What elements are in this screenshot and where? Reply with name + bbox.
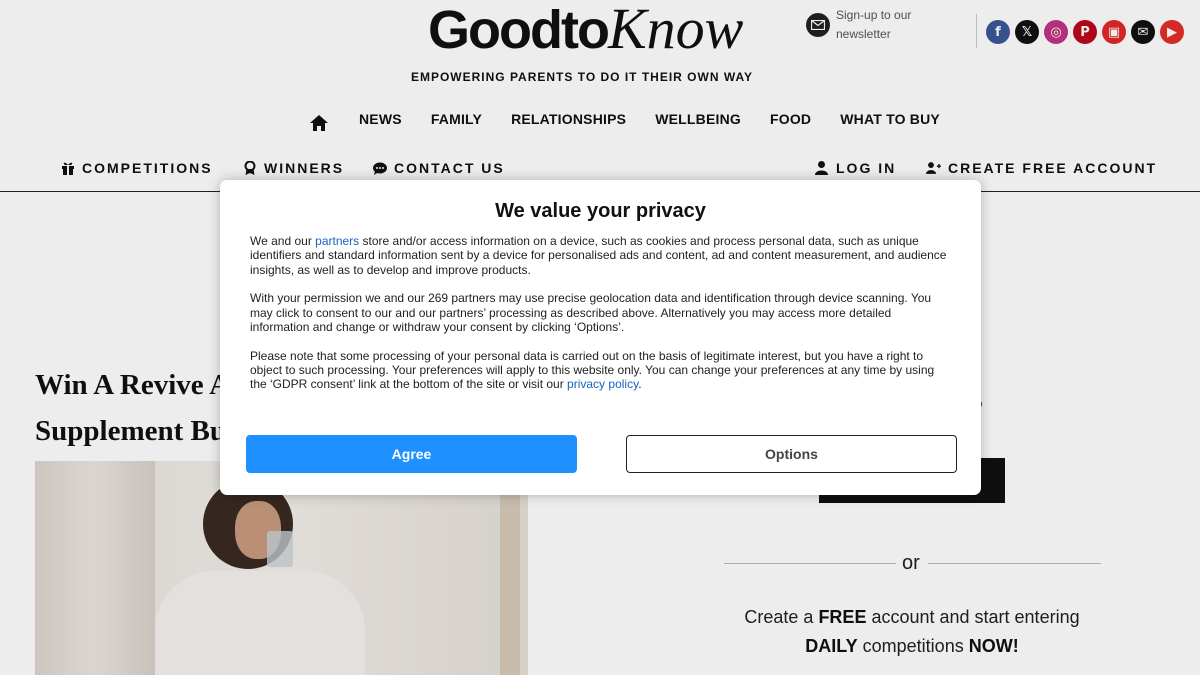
- consent-paragraph-3: Please note that some processing of your…: [250, 349, 952, 392]
- consent-text: .: [638, 377, 642, 392]
- privacy-consent-dialog: We value your privacy We and our partner…: [220, 180, 981, 495]
- consent-title: We value your privacy: [495, 200, 706, 222]
- consent-text: We and our: [250, 234, 316, 248]
- consent-body: We and our partners store and/or access …: [250, 234, 952, 406]
- privacy-policy-link[interactable]: privacy policy: [567, 377, 638, 391]
- options-button[interactable]: Options: [626, 435, 957, 473]
- agree-button[interactable]: Agree: [246, 435, 577, 473]
- partners-link[interactable]: partners: [315, 234, 359, 248]
- consent-paragraph-1: We and our partners store and/or access …: [250, 234, 952, 277]
- consent-paragraph-2: With your permission we and our 269 part…: [250, 291, 932, 334]
